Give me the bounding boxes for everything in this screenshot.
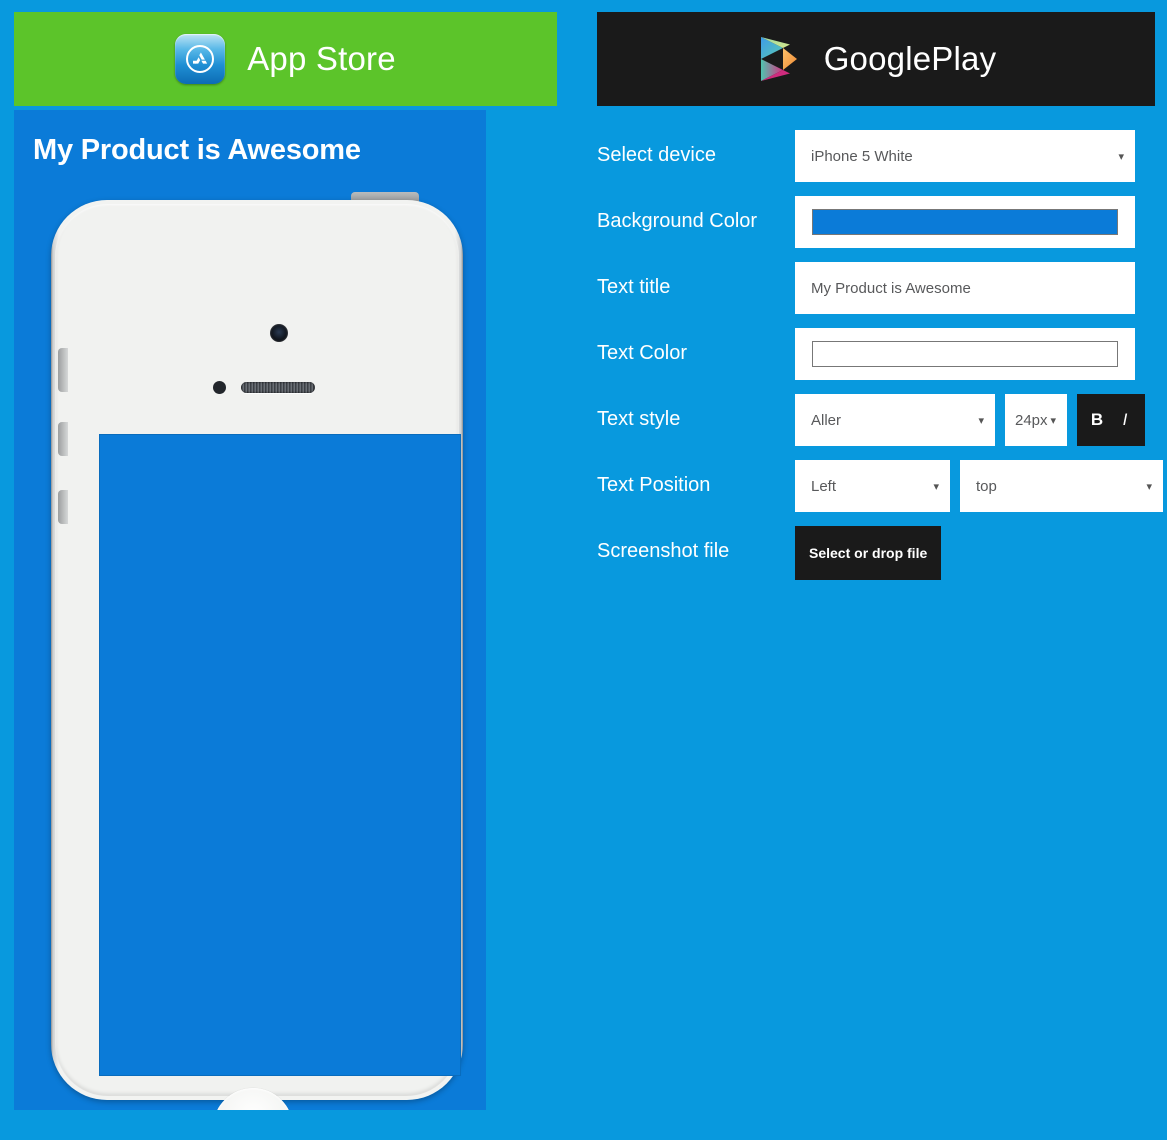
chevron-down-icon: ▾	[978, 414, 984, 427]
text-align-vertical-value: top	[976, 477, 997, 495]
background-color-picker[interactable]	[795, 196, 1135, 248]
phone-screen-area	[99, 434, 461, 1076]
font-family-value: Aller	[811, 411, 842, 429]
preview-title-text: My Product is Awesome	[33, 134, 361, 166]
row-screenshot-file: Screenshot file Select or drop file	[597, 526, 1155, 580]
chevron-down-icon: ▾	[1050, 414, 1056, 427]
row-select-device: Select device iPhone 5 White ▾	[597, 130, 1155, 182]
screenshot-preview-canvas: My Product is Awesome	[14, 110, 486, 1110]
text-color-picker[interactable]	[795, 328, 1135, 380]
mute-switch	[58, 348, 68, 392]
chevron-down-icon: ▾	[933, 480, 939, 493]
label-text-style: Text style	[597, 408, 681, 430]
chevron-down-icon: ▾	[1146, 480, 1152, 493]
row-text-color: Text Color	[597, 328, 1155, 380]
phone-body	[51, 200, 463, 1100]
tab-app-store-label: App Store	[247, 40, 396, 77]
row-text-title: Text title	[597, 262, 1155, 314]
tab-app-store[interactable]: App Store	[14, 12, 557, 106]
app-store-icon	[175, 34, 226, 84]
background-color-swatch	[812, 209, 1118, 235]
device-select[interactable]: iPhone 5 White ▾	[795, 130, 1135, 182]
text-style-toggle-group: B I	[1077, 394, 1145, 446]
proximity-sensor-icon	[213, 381, 226, 394]
tab-google-play[interactable]: GooglePlay	[597, 12, 1155, 106]
chevron-down-icon: ▾	[1118, 150, 1124, 163]
row-text-position: Text Position Left ▾ top ▾	[597, 460, 1163, 512]
text-align-horizontal-value: Left	[811, 477, 837, 495]
label-background-color: Background Color	[597, 210, 758, 232]
select-or-drop-file-button[interactable]: Select or drop file	[795, 526, 942, 580]
earpiece-speaker-icon	[241, 382, 315, 393]
row-background-color: Background Color	[597, 196, 1155, 248]
device-select-value: iPhone 5 White	[811, 147, 913, 165]
row-text-style: Text style Aller ▾ 24px ▾ B I	[597, 394, 1155, 446]
text-title-input[interactable]	[795, 262, 1135, 314]
font-family-select[interactable]: Aller ▾	[795, 394, 995, 446]
label-select-device: Select device	[597, 144, 716, 166]
front-camera-icon	[270, 324, 288, 342]
font-size-value: 24px	[1015, 411, 1048, 429]
font-size-select[interactable]: 24px ▾	[1005, 394, 1067, 446]
italic-toggle[interactable]: I	[1111, 394, 1139, 446]
label-text-position: Text Position	[597, 474, 711, 496]
tab-google-play-label: GooglePlay	[823, 40, 997, 77]
google-play-icon	[756, 34, 802, 84]
volume-up-button	[58, 422, 68, 456]
text-align-vertical-select[interactable]: top ▾	[960, 460, 1163, 512]
bold-toggle[interactable]: B	[1083, 394, 1111, 446]
iphone-5-white-mockup	[37, 190, 477, 1110]
text-align-horizontal-select[interactable]: Left ▾	[795, 460, 950, 512]
settings-form: Select device iPhone 5 White ▾ Backgroun…	[597, 130, 1163, 594]
label-text-color: Text Color	[597, 342, 688, 364]
text-color-swatch	[812, 341, 1118, 367]
volume-down-button	[58, 490, 68, 524]
label-screenshot-file: Screenshot file	[597, 540, 730, 562]
label-text-title: Text title	[597, 276, 671, 298]
